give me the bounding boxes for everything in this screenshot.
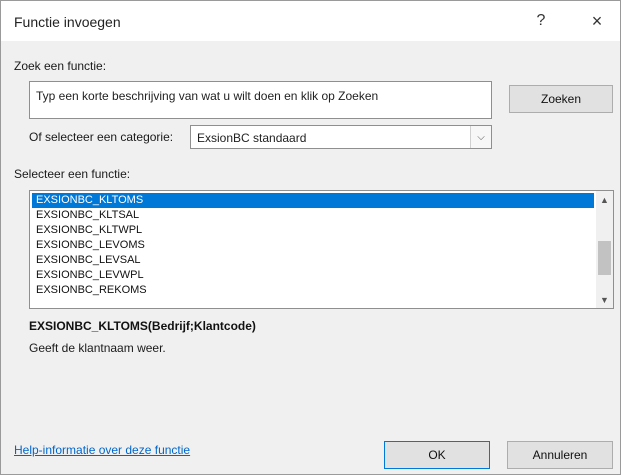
category-select[interactable]: ExsionBC standaard ⌵ [190,125,492,149]
search-button[interactable]: Zoeken [509,85,613,113]
list-item[interactable]: EXSIONBC_LEVSAL [32,253,594,268]
title-bar: Functie invoegen ? × [1,1,620,41]
list-item[interactable]: EXSIONBC_REKOMS [32,283,594,298]
function-description: Geeft de klantnaam weer. [29,341,166,355]
list-item[interactable]: EXSIONBC_LEVOMS [32,238,594,253]
cancel-button[interactable]: Annuleren [507,441,613,469]
list-item[interactable]: EXSIONBC_KLTWPL [32,223,594,238]
list-item[interactable]: EXSIONBC_KLTOMS [32,193,594,208]
search-label: Zoek een functie: [14,59,107,73]
function-signature: EXSIONBC_KLTOMS(Bedrijf;Klantcode) [29,319,256,333]
dialog-title: Functie invoegen [14,14,121,30]
help-link[interactable]: Help-informatie over deze functie [14,443,190,457]
list-item[interactable]: EXSIONBC_KLTSAL [32,208,594,223]
function-list[interactable]: EXSIONBC_KLTOMS EXSIONBC_KLTSAL EXSIONBC… [29,190,614,309]
insert-function-dialog: Functie invoegen ? × Zoek een functie: T… [0,0,621,475]
chevron-up-icon[interactable]: ▲ [596,191,613,208]
chevron-down-icon[interactable]: ⌵ [470,126,491,148]
list-scrollbar[interactable]: ▲ ▼ [596,191,613,308]
scroll-thumb[interactable] [598,241,611,275]
search-input[interactable]: Typ een korte beschrijving van wat u wil… [29,81,492,119]
list-item[interactable]: EXSIONBC_LEVWPL [32,268,594,283]
function-list-label: Selecteer een functie: [14,167,131,181]
category-selected-value: ExsionBC standaard [197,131,307,145]
help-button[interactable]: ? [523,7,559,35]
category-label: Of selecteer een categorie: [29,130,174,144]
ok-button[interactable]: OK [384,441,490,469]
chevron-down-icon[interactable]: ▼ [596,291,613,308]
close-button[interactable]: × [579,7,615,35]
